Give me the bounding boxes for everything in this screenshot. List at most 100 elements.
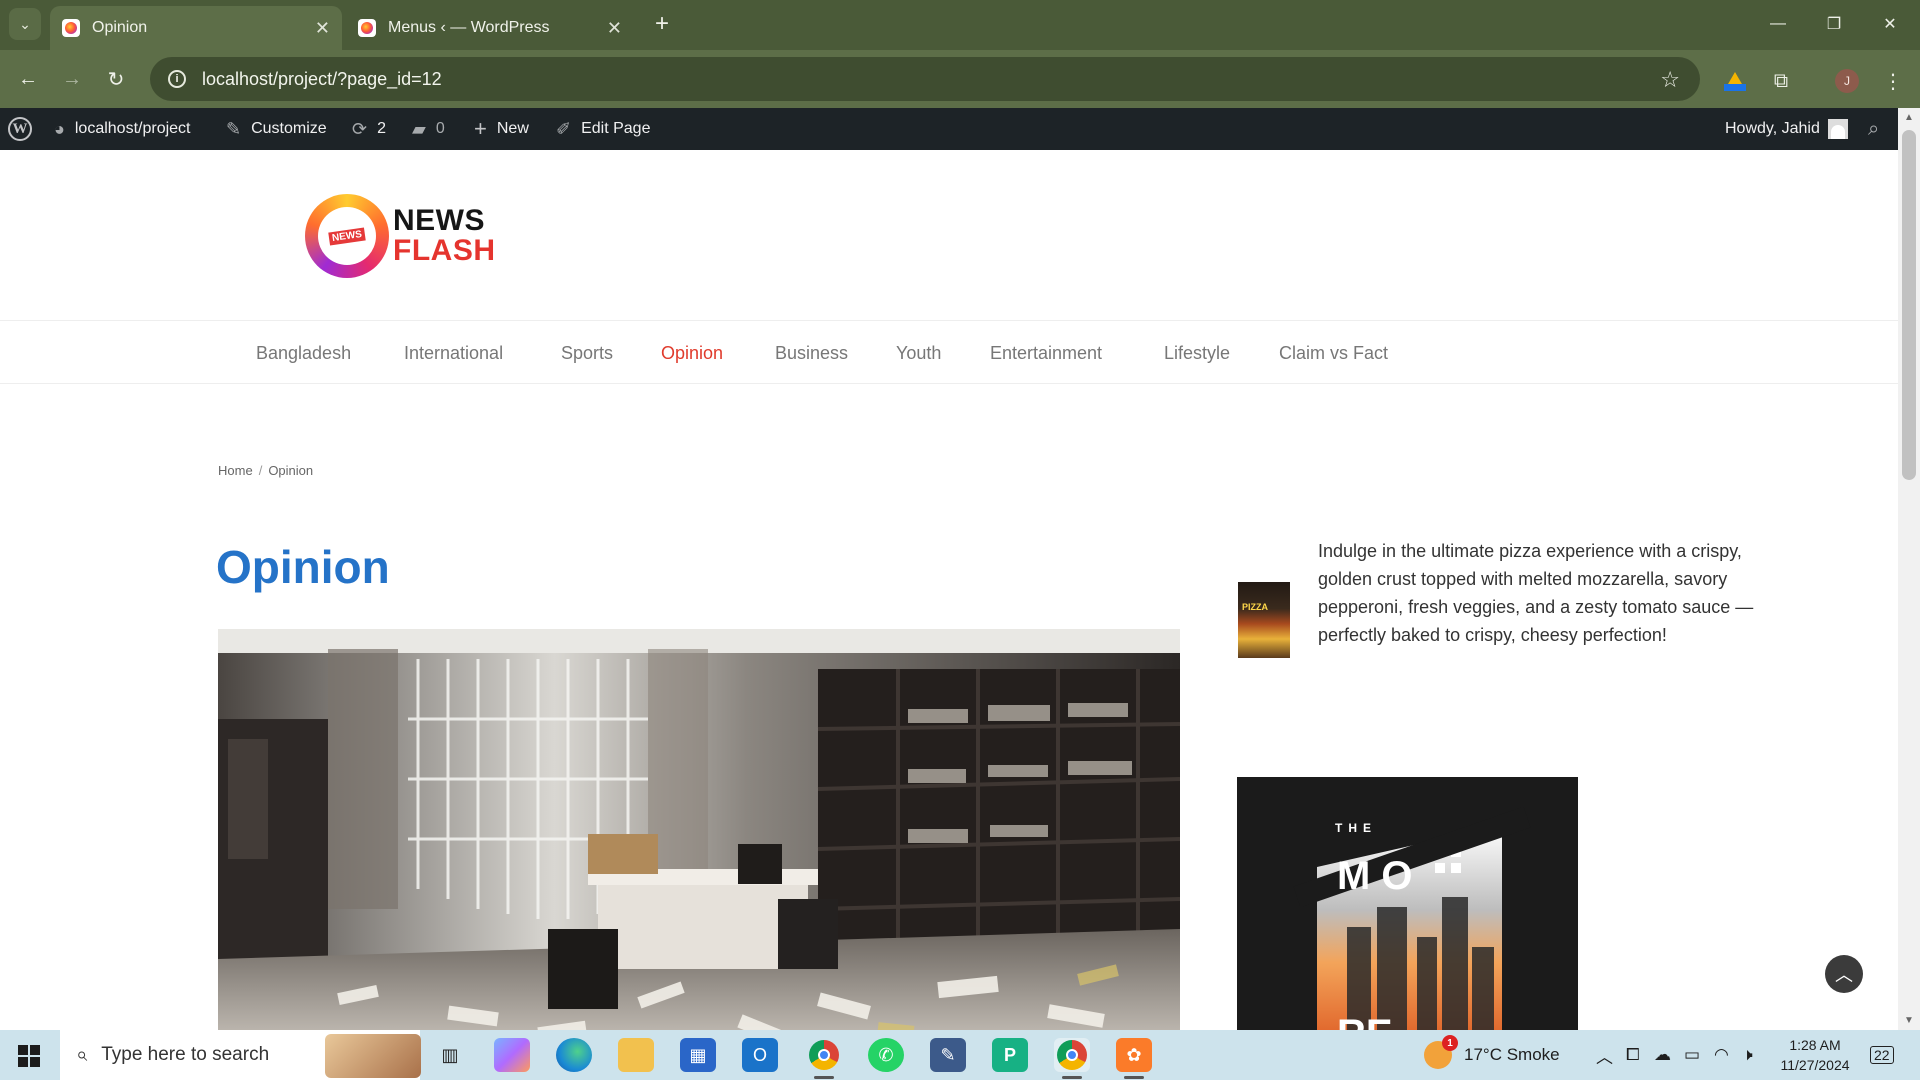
notifications-icon[interactable]: 22 (1870, 1030, 1894, 1080)
reload-icon[interactable]: ↻ (100, 63, 132, 95)
close-icon[interactable]: ✕ (607, 18, 622, 39)
pencil-icon: ✐ (556, 118, 572, 139)
tab-search-icon[interactable]: ⌄ (9, 8, 41, 40)
scroll-up-arrow-icon[interactable]: ▲ (1904, 112, 1914, 123)
show-hidden-icons-chevron-icon[interactable]: ︿ (1596, 1030, 1613, 1080)
system-clock[interactable]: 1:28 AM 11/27/2024 (1770, 1035, 1860, 1075)
ad-text-the: THE (1335, 821, 1377, 835)
breadcrumb-home[interactable]: Home (218, 463, 253, 478)
onedrive-error-icon[interactable]: ☁ (1654, 1030, 1671, 1080)
admin-bar-new[interactable]: + New (474, 108, 529, 150)
restore-icon[interactable]: ❐ (1814, 8, 1854, 40)
admin-bar-edit-page-label: Edit Page (581, 120, 651, 137)
tab-opinion[interactable]: Opinion ✕ (50, 6, 342, 50)
admin-bar-site[interactable]: ◕ localhost/project (54, 108, 191, 150)
logo-word-flash: FLASH (393, 234, 496, 267)
minimize-icon[interactable]: — (1758, 8, 1798, 40)
copilot-icon[interactable] (494, 1038, 530, 1072)
paintbrush-icon: ✎ (226, 118, 242, 139)
wifi-icon[interactable]: ◠ (1714, 1030, 1729, 1080)
back-arrow-icon[interactable]: ← (12, 63, 44, 95)
taskbar-search-placeholder: Type here to search (101, 1044, 270, 1065)
page-title: Opinion (216, 541, 390, 593)
outlook-icon[interactable]: O (742, 1038, 778, 1072)
clock-time: 1:28 AM (1789, 1037, 1841, 1053)
google-drive-icon[interactable] (1720, 66, 1750, 96)
wp-admin-bar: W ◕ localhost/project ✎ Customize ⟳ 2 ▰ … (0, 108, 1898, 150)
comments-count: 0 (435, 120, 445, 137)
bookmark-star-icon[interactable]: ☆ (1660, 67, 1680, 93)
ad-poster-graphic: THE M O RE (1237, 777, 1578, 1030)
chrome-icon[interactable] (806, 1038, 842, 1079)
window-close-icon[interactable]: ✕ (1870, 8, 1910, 40)
pizza-thumbnail[interactable]: PIZZA (1238, 582, 1290, 658)
address-bar[interactable]: i localhost/project/?page_id=12 ☆ (150, 57, 1700, 101)
search-highlight-image[interactable] (325, 1034, 421, 1078)
logo-badge-icon: NEWS (305, 194, 389, 278)
profile-avatar[interactable]: J (1832, 66, 1862, 96)
admin-bar-account[interactable]: Howdy, Jahid (1725, 108, 1848, 150)
featured-article-image[interactable] (218, 629, 1180, 1030)
admin-bar-search-icon[interactable]: ⌕ (1868, 108, 1879, 150)
admin-bar-updates[interactable]: ⟳ 2 (352, 108, 386, 150)
file-explorer-icon[interactable] (618, 1038, 654, 1072)
close-icon[interactable]: ✕ (315, 18, 330, 39)
admin-bar-edit-page[interactable]: ✐ Edit Page (556, 108, 650, 150)
breadcrumb: Home / Opinion (218, 463, 313, 478)
edge-browser-icon[interactable] (556, 1038, 592, 1072)
pycharm-like-icon[interactable]: P (992, 1038, 1028, 1072)
updates-count: 2 (377, 120, 386, 137)
weather-widget[interactable]: 1 17°C Smoke (1424, 1030, 1560, 1080)
logo-word-news: NEWS (393, 204, 485, 237)
site-favicon-icon (358, 19, 376, 37)
plus-icon: + (474, 116, 487, 141)
nav-item-sports[interactable]: Sports (561, 321, 613, 385)
page-content: NEWS NEWS FLASH Bangladesh International… (0, 150, 1898, 1030)
nav-item-bangladesh[interactable]: Bangladesh (256, 321, 351, 385)
volume-icon[interactable]: 🕨 (1742, 1030, 1753, 1080)
nav-item-business[interactable]: Business (775, 321, 848, 385)
breadcrumb-current: Opinion (268, 463, 314, 478)
nav-item-claim-vs-fact[interactable]: Claim vs Fact (1279, 321, 1388, 385)
paint-app-icon[interactable]: ✎ (930, 1038, 966, 1072)
extensions-icon[interactable]: ⧉ (1766, 66, 1796, 96)
page-scrollbar[interactable]: ▲ ▼ (1898, 108, 1920, 1030)
nav-item-lifestyle[interactable]: Lifestyle (1164, 321, 1230, 385)
whatsapp-icon[interactable]: ✆ (868, 1038, 904, 1072)
wordpress-logo-icon[interactable]: W (8, 108, 32, 150)
kebab-menu-icon[interactable]: ⋮ (1878, 66, 1908, 96)
browser-toolbar: ← → ↻ i localhost/project/?page_id=12 ☆ (0, 50, 1920, 108)
primary-navigation: Bangladesh International Sports Opinion … (0, 320, 1898, 384)
meet-now-icon[interactable]: ⧠ (1626, 1030, 1640, 1080)
ad-partial-text: RE (1337, 1012, 1393, 1030)
scroll-down-arrow-icon[interactable]: ▼ (1904, 1015, 1914, 1026)
microsoft-store-icon[interactable]: ▦ (680, 1038, 716, 1072)
browser-tab-strip: ⌄ Opinion ✕ Menus ‹ — WordPress ✕ + — ❐ … (0, 0, 1920, 50)
site-info-icon[interactable]: i (168, 70, 186, 88)
updates-refresh-icon: ⟳ (352, 118, 368, 139)
dashboard-gauge-icon: ◕ (54, 118, 65, 139)
site-logo[interactable]: NEWS NEWS FLASH (305, 191, 505, 281)
battery-icon[interactable]: ▭ (1684, 1030, 1700, 1080)
nav-item-international[interactable]: International (404, 321, 503, 385)
back-to-top-button[interactable]: ︿ (1825, 955, 1863, 993)
nav-item-opinion[interactable]: Opinion (661, 321, 723, 385)
admin-bar-site-label: localhost/project (74, 120, 191, 137)
comment-bubble-icon: ▰ (412, 118, 426, 139)
admin-bar-comments[interactable]: ▰ 0 (412, 108, 445, 150)
nav-item-entertainment[interactable]: Entertainment (990, 321, 1102, 385)
chrome-profile-icon[interactable] (1054, 1038, 1090, 1079)
admin-bar-customize[interactable]: ✎ Customize (226, 108, 327, 150)
forward-arrow-icon[interactable]: → (56, 63, 88, 95)
xampp-icon[interactable]: ✿ (1116, 1038, 1152, 1079)
admin-bar-customize-label: Customize (251, 120, 327, 137)
tab-menus-wordpress[interactable]: Menus ‹ — WordPress ✕ (346, 6, 634, 50)
windows-start-icon[interactable] (18, 1045, 40, 1067)
scrollbar-thumb[interactable] (1902, 130, 1916, 480)
task-view-icon[interactable]: ▥ (432, 1038, 468, 1072)
weather-text: 17°C Smoke (1464, 1045, 1560, 1064)
sidebar-ad-banner[interactable]: THE M O RE (1237, 777, 1578, 1030)
nav-item-youth[interactable]: Youth (896, 321, 941, 385)
windows-taskbar: ⌕ Type here to search ▥ ▦ O ✆ ✎ P ✿ 1 17… (0, 1030, 1920, 1080)
new-tab-button[interactable]: + (648, 10, 676, 38)
